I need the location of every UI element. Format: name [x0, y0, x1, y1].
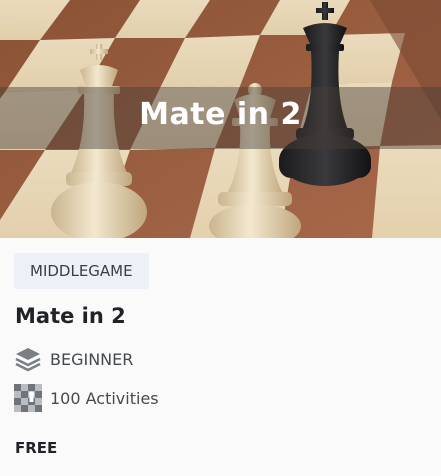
difficulty-level-label: BEGINNER: [50, 349, 134, 369]
difficulty-level: BEGINNER: [14, 345, 133, 373]
course-title[interactable]: Mate in 2: [15, 304, 126, 328]
price-label: FREE: [15, 439, 58, 457]
activities-count: 100 Activities: [14, 384, 159, 412]
activities-count-label: 100 Activities: [50, 388, 159, 408]
course-hero-image[interactable]: Mate in 2: [0, 0, 441, 238]
course-card[interactable]: Mate in 2 MIDDLEGAME Mate in 2 BEGINNER: [0, 0, 441, 476]
chessboard-icon: [14, 384, 42, 412]
layers-icon: [14, 345, 42, 373]
hero-title: Mate in 2: [139, 97, 302, 132]
category-tag[interactable]: MIDDLEGAME: [14, 253, 149, 289]
